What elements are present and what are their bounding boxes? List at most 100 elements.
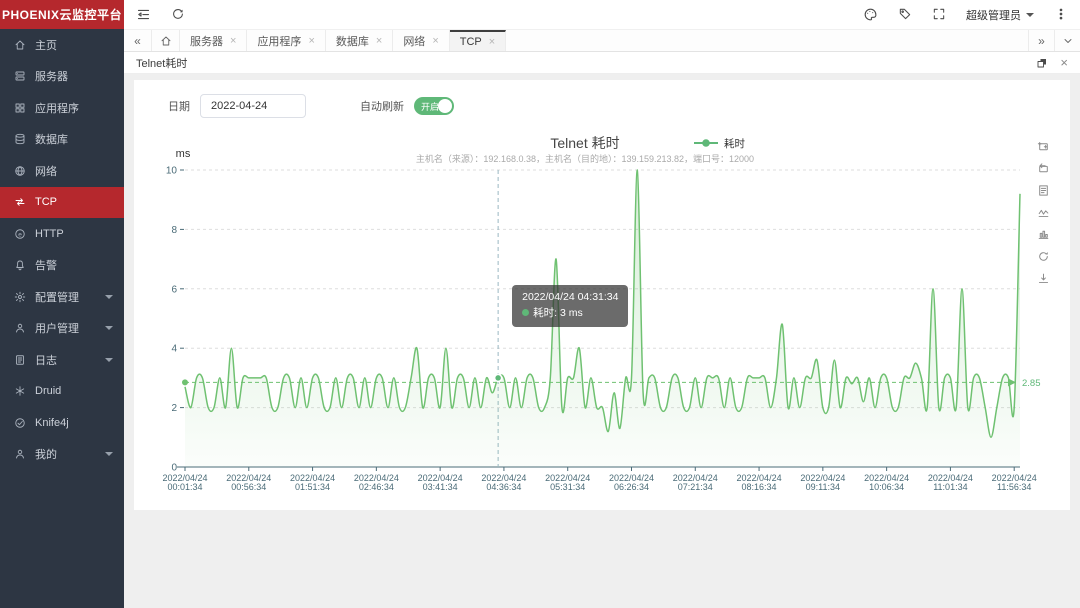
svg-text:10: 10 (166, 166, 178, 177)
server-icon (15, 71, 25, 81)
close-tab-icon[interactable]: × (376, 35, 382, 47)
svg-text:Telnet 耗时: Telnet 耗时 (550, 135, 619, 151)
knife4j-icon (15, 418, 25, 428)
fullscreen-button[interactable] (932, 6, 946, 24)
tab-label: TCP (459, 35, 482, 48)
refresh-button[interactable] (171, 6, 185, 24)
svg-text:主机名（来源）：192.168.0.38，主机名（目的地）：: 主机名（来源）：192.168.0.38，主机名（目的地）：139.159.21… (416, 153, 754, 164)
app-logo: PHOENIX云监控平台 (0, 0, 124, 29)
palette-icon (864, 8, 877, 21)
sidebar-item-label: 数据库 (35, 134, 68, 147)
database-icon (15, 134, 25, 145)
fold-sidebar-button[interactable] (136, 6, 151, 24)
legend-item[interactable]: 耗时 (694, 138, 745, 150)
close-panel-button[interactable]: × (1060, 56, 1068, 69)
sidebar-item-users[interactable]: 用户管理 (0, 313, 124, 345)
fullscreen-icon (933, 9, 945, 20)
sidebar-item-config[interactable]: 配置管理 (0, 281, 124, 313)
sidebar-item-alert[interactable]: 告警 (0, 250, 124, 282)
tab-apps[interactable]: 应用程序 × (247, 30, 326, 51)
tab-database[interactable]: 数据库 × (326, 30, 394, 51)
svg-text:02:46:34: 02:46:34 (359, 482, 394, 492)
sidebar-item-label: TCP (35, 196, 57, 209)
sidebar-item-server[interactable]: 服务器 (0, 61, 124, 93)
close-tab-icon[interactable]: × (432, 35, 438, 47)
apps-icon (15, 103, 25, 113)
sidebar-item-tcp[interactable]: TCP (0, 186, 124, 218)
sidebar-item-database[interactable]: 数据库 (0, 124, 124, 156)
more-vert-icon (1059, 8, 1063, 20)
sidebar-item-log[interactable]: 日志 (0, 344, 124, 376)
sidebar-item-http[interactable]: e HTTP (0, 218, 124, 250)
sidebar-item-knife4j[interactable]: Knife4j (0, 407, 124, 439)
svg-text:0: 0 (171, 463, 177, 474)
svg-text:10:06:34: 10:06:34 (869, 482, 904, 492)
tag-button[interactable] (898, 6, 912, 24)
sidebar-item-apps[interactable]: 应用程序 (0, 92, 124, 124)
sidebar-item-home[interactable]: 主页 (0, 29, 124, 61)
hover-point (493, 373, 503, 383)
alert-icon (16, 260, 24, 271)
svg-text:11:01:34: 11:01:34 (933, 482, 967, 492)
log-icon (16, 355, 24, 365)
sidebar-item-label: Druid (35, 385, 62, 398)
home-icon (15, 40, 25, 50)
restore-window-icon (1037, 58, 1047, 67)
toolbox-download-button[interactable] (1037, 270, 1050, 288)
tab-network[interactable]: 网络 × (393, 30, 450, 51)
zoom-select-icon (1037, 142, 1048, 151)
more-button[interactable] (1054, 6, 1068, 24)
restore-window-button[interactable] (1036, 56, 1048, 68)
topbar: 超级管理员 (124, 0, 1080, 29)
tabs-dropdown-button[interactable] (1054, 30, 1080, 51)
sidebar-item-label: HTTP (35, 227, 64, 240)
tabs-scroll-right-button[interactable]: » (1028, 30, 1054, 51)
toolbox-zoom-select-button[interactable] (1037, 138, 1050, 156)
tab-tcp[interactable]: TCP × (449, 30, 507, 51)
user-menu[interactable]: 超级管理员 (966, 7, 1034, 23)
sidebar-item-mine[interactable]: 我的 (0, 439, 124, 471)
sidebar-item-label: 日志 (35, 354, 57, 367)
close-tab-icon[interactable]: × (489, 36, 495, 48)
tabs-scroll-left-button[interactable]: « (124, 30, 152, 51)
average-label: 2.85 (1022, 378, 1041, 389)
svg-text:00:56:34: 00:56:34 (231, 482, 266, 492)
svg-text:03:41:34: 03:41:34 (423, 482, 458, 492)
bar-type-icon (1038, 231, 1049, 240)
restore-icon (1039, 252, 1048, 262)
toolbox-zoom-reset-button[interactable] (1037, 160, 1050, 178)
sidebar-item-label: Knife4j (35, 416, 69, 429)
sidebar-item-network[interactable]: 网络 (0, 155, 124, 187)
http-icon: e (15, 229, 25, 239)
chevron-down-icon (105, 357, 113, 362)
theme-button[interactable] (863, 6, 878, 24)
sidebar-menu: 主页 服务器 应用程序 数据库 网络 TCP e HTTP 告警 配置管理 用户… (0, 29, 124, 470)
tcp-icon (15, 198, 25, 206)
home-icon (161, 36, 170, 45)
toolbox-data-view-button[interactable] (1037, 182, 1050, 200)
chevron-down-icon (105, 294, 113, 299)
close-tab-icon[interactable]: × (308, 35, 314, 47)
tab-label: 网络 (403, 35, 426, 48)
zoom-reset-icon (1039, 163, 1048, 173)
sidebar-item-druid[interactable]: Druid (0, 376, 124, 408)
close-tab-icon[interactable]: × (230, 35, 236, 47)
tag-icon (899, 9, 911, 20)
home-tab-button[interactable] (152, 30, 180, 51)
telnet-latency-chart: Telnet 耗时主机名（来源）：192.168.0.38，主机名（目的地）：1… (162, 135, 1041, 492)
tab-bar: « 服务器 × 应用程序 × 数据库 × 网络 × TCP × » (124, 29, 1080, 52)
chevron-down-icon (1064, 38, 1071, 43)
tab-server[interactable]: 服务器 × (180, 30, 248, 51)
fold-sidebar-icon (137, 9, 150, 19)
sidebar-item-label: 用户管理 (35, 323, 79, 336)
sidebar-item-label: 我的 (35, 449, 57, 462)
svg-text:05:31:34: 05:31:34 (550, 482, 585, 492)
svg-text:e: e (18, 231, 22, 238)
toolbox-line-type-button[interactable] (1037, 204, 1050, 222)
svg-text:09:11:34: 09:11:34 (806, 482, 840, 492)
data-view-icon (1039, 185, 1048, 196)
refresh-icon (173, 9, 183, 20)
toolbox-restore-button[interactable] (1037, 248, 1050, 266)
config-icon (14, 291, 26, 302)
toolbox-bar-type-button[interactable] (1037, 226, 1050, 244)
